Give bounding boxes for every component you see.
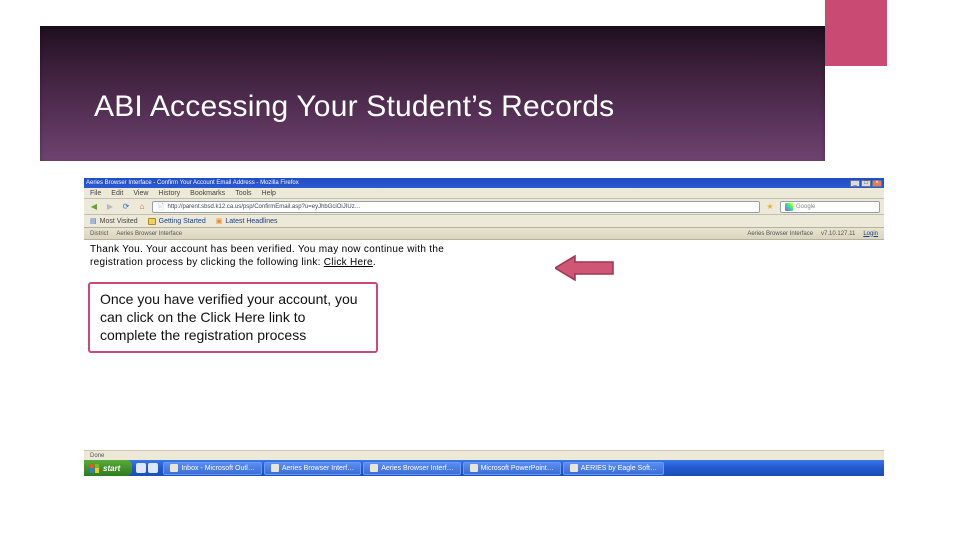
menu-tools[interactable]: Tools — [235, 190, 251, 197]
page-icon: 📄 — [157, 203, 164, 210]
instruction-callout: Once you have verified your account, you… — [88, 282, 378, 353]
confirmation-text-line1: Thank You. Your account has been verifie… — [90, 244, 444, 255]
title-banner: ABI Accessing Your Student’s Records — [40, 26, 825, 161]
address-bar[interactable]: 📄 http://parent.sbsd.k12.ca.us/psp/Confi… — [152, 201, 760, 213]
taskbar-item-aeries-eagle[interactable]: AERIES by Eagle Soft… — [563, 462, 664, 475]
sys-app-name: Aeries Browser Interface — [116, 231, 182, 237]
taskbar-item-outlook[interactable]: Inbox - Microsoft Outl… — [163, 462, 262, 475]
quick-launch-icon[interactable] — [148, 463, 158, 473]
reload-button[interactable]: ⟳ — [120, 201, 132, 213]
slide-title: ABI Accessing Your Student’s Records — [40, 26, 825, 124]
page-content: Thank You. Your account has been verifie… — [84, 240, 884, 277]
minimize-button[interactable]: _ — [850, 180, 860, 187]
most-visited-label[interactable]: ▤ Most Visited — [90, 217, 138, 225]
taskbar-item-aeries-2[interactable]: Aeries Browser Interf… — [363, 462, 460, 475]
list-icon: ▤ — [90, 217, 97, 225]
sys-district: District — [90, 231, 108, 237]
login-link[interactable]: Login — [863, 231, 878, 237]
search-placeholder: Google — [796, 204, 815, 210]
window-title: Aeries Browser Interface - Confirm Your … — [86, 180, 299, 186]
app-icon — [470, 464, 478, 472]
bookmark-star-icon[interactable]: ★ — [764, 201, 776, 213]
close-button[interactable]: × — [872, 180, 882, 187]
forward-button[interactable]: ▶ — [104, 201, 116, 213]
menu-help[interactable]: Help — [262, 190, 276, 197]
taskbar-region: Done start Inbox - Microsoft Outl… Aerie… — [84, 450, 884, 476]
menu-bookmarks[interactable]: Bookmarks — [190, 190, 225, 197]
app-icon — [170, 464, 178, 472]
window-titlebar: Aeries Browser Interface - Confirm Your … — [84, 178, 884, 188]
menu-bar: File Edit View History Bookmarks Tools H… — [84, 188, 884, 199]
maximize-button[interactable]: □ — [861, 180, 871, 187]
taskbar-item-powerpoint[interactable]: Microsoft PowerPoint… — [463, 462, 561, 475]
app-icon — [271, 464, 279, 472]
bookmark-latest-headlines[interactable]: ▣ Latest Headlines — [216, 217, 278, 225]
callout-arrow — [555, 254, 615, 282]
google-icon — [785, 203, 793, 211]
app-icon — [570, 464, 578, 472]
search-box[interactable]: Google — [780, 201, 880, 213]
nav-toolbar: ◀ ▶ ⟳ ⌂ 📄 http://parent.sbsd.k12.ca.us/p… — [84, 199, 884, 215]
slide: ABI Accessing Your Student’s Records Aer… — [0, 0, 960, 540]
browser-statusbar: Done — [84, 450, 884, 460]
folder-icon — [148, 218, 156, 225]
sys-version: v7.10.127.11 — [821, 231, 855, 237]
menu-file[interactable]: File — [90, 190, 101, 197]
bookmarks-toolbar: ▤ Most Visited Getting Started ▣ Latest … — [84, 215, 884, 228]
menu-view[interactable]: View — [133, 190, 148, 197]
home-button[interactable]: ⌂ — [136, 201, 148, 213]
app-header-bar: District Aeries Browser Interface Aeries… — [84, 228, 884, 240]
browser-screenshot: Aeries Browser Interface - Confirm Your … — [84, 178, 884, 277]
url-text: http://parent.sbsd.k12.ca.us/psp/Confirm… — [167, 204, 360, 210]
sys-app-name-right: Aeries Browser Interface — [747, 231, 813, 237]
status-text: Done — [90, 453, 104, 459]
menu-edit[interactable]: Edit — [111, 190, 123, 197]
confirmation-text-line2: registration process by clicking the fol… — [90, 257, 324, 268]
feed-icon: ▣ — [216, 217, 223, 225]
start-button[interactable]: start — [84, 460, 132, 476]
confirmation-text-dot: . — [373, 257, 376, 268]
menu-history[interactable]: History — [158, 190, 180, 197]
quick-launch — [133, 463, 161, 473]
windows-taskbar: start Inbox - Microsoft Outl… Aeries Bro… — [84, 460, 884, 476]
start-label: start — [103, 464, 120, 473]
instruction-text: Once you have verified your account, you… — [100, 291, 358, 343]
window-controls: _ □ × — [850, 180, 882, 187]
taskbar-item-aeries-1[interactable]: Aeries Browser Interf… — [264, 462, 361, 475]
windows-logo-icon — [90, 464, 99, 473]
app-icon — [370, 464, 378, 472]
back-button[interactable]: ◀ — [88, 201, 100, 213]
accent-tab — [825, 0, 887, 66]
bookmark-getting-started[interactable]: Getting Started — [148, 218, 206, 225]
click-here-link[interactable]: Click Here — [324, 257, 373, 268]
quick-launch-icon[interactable] — [136, 463, 146, 473]
